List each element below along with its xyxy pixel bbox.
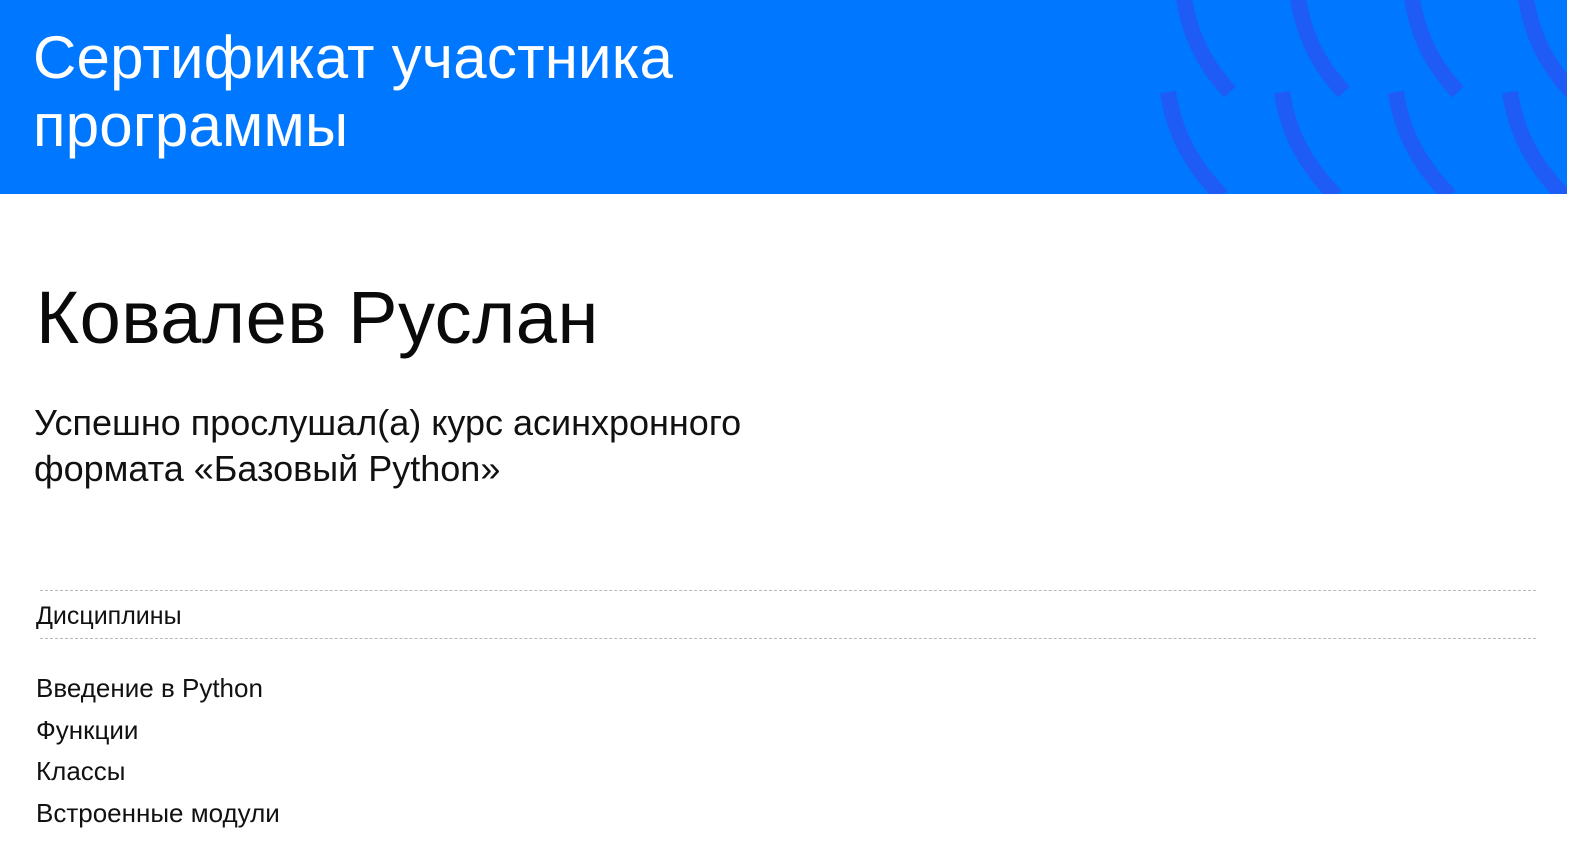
completion-statement-line1: Успешно прослушал(а) курс асинхронного [34,402,742,443]
arc-pattern-stroke [1274,90,1342,194]
arc-pattern-stroke [1404,0,1464,98]
certificate-title-line2: программы [33,92,349,159]
arc-pattern-stroke [1290,0,1350,98]
certificate-title: Сертификат участника программы [33,24,833,160]
completion-statement: Успешно прослушал(а) курс асинхронного ф… [34,400,934,492]
recipient-name: Ковалев Руслан [36,276,599,359]
disciplines-divider-top [40,590,1536,591]
arc-pattern-stroke [1502,90,1567,194]
disciplines-heading: Дисциплины [36,602,182,630]
discipline-item: Встроенные модули [36,797,280,828]
arc-pattern-stroke [1160,90,1228,194]
arc-pattern-stroke [1388,90,1456,194]
arc-pattern-decoration [1160,0,1567,194]
discipline-item: Введение в Python [36,673,263,703]
arc-pattern-stroke [1176,0,1236,98]
completion-statement-line2: формата «Базовый Python» [34,448,501,489]
discipline-item: Функции [36,714,139,745]
certificate-header: Сертификат участника программы [0,0,1567,194]
certificate-title-line1: Сертификат участника [33,24,674,91]
disciplines-divider-bottom [40,638,1536,639]
disciplines-list: Введение в Python Функции Классы Встроен… [36,668,280,834]
arc-pattern-stroke [1518,0,1567,98]
discipline-item: Классы [36,756,126,786]
